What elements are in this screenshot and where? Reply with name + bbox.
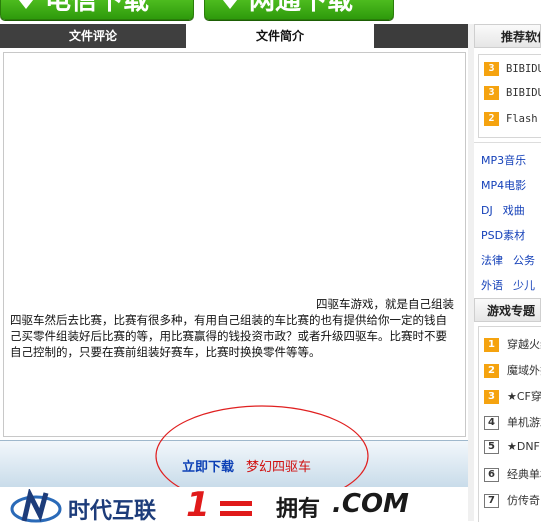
category-link[interactable]: 少儿 bbox=[513, 279, 535, 292]
rank-badge: 7 bbox=[484, 494, 499, 508]
category-link[interactable]: MP4电影 bbox=[481, 179, 526, 192]
category-row: PSD素材 bbox=[481, 227, 541, 243]
rank-badge: 3 bbox=[484, 62, 499, 76]
game-item-name: 单机游戏 bbox=[507, 416, 541, 429]
banner-slogan: 拥有 bbox=[276, 497, 321, 522]
recommend-item-name: BIBIDU bbox=[506, 63, 541, 75]
ad-banner[interactable]: 时代互联 1 拥有 .COM bbox=[0, 485, 468, 525]
game-item-name: 仿传奇 bbox=[507, 494, 540, 507]
column-divider bbox=[468, 24, 474, 521]
brand-logo-icon bbox=[10, 489, 62, 523]
rank-badge: 3 bbox=[484, 390, 499, 404]
rank-badge: 2 bbox=[484, 112, 499, 126]
download-strip: 立即下载 梦幻四驱车 bbox=[0, 405, 468, 507]
category-link[interactable]: PSD素材 bbox=[481, 229, 525, 242]
category-link[interactable]: MP3音乐 bbox=[481, 154, 526, 167]
rank-badge: 3 bbox=[484, 86, 499, 100]
tab-bar: 文件评论 文件简介 bbox=[0, 24, 468, 48]
right-sidebar: 推荐软件 3BIBIDU 3BIBIDU 2Flash MP3音乐 MP4电影 … bbox=[474, 24, 541, 522]
file-description: 四驱车游戏，就是自己组装四驱车然后去比赛，比赛有很多种，有用自己组装的车比赛的也… bbox=[10, 297, 454, 359]
game-item-name: 经典单机 bbox=[507, 468, 541, 481]
netcom-download-button[interactable]: 网通下载 bbox=[204, 0, 394, 20]
down-arrow-icon bbox=[219, 0, 241, 9]
category-row: MP3音乐 bbox=[481, 152, 541, 168]
category-link[interactable]: 法律 bbox=[481, 254, 503, 267]
game-item[interactable]: 6 经典单机 bbox=[484, 466, 541, 482]
category-link[interactable]: 外语 bbox=[481, 279, 503, 292]
game-item-name: 魔域外挂 bbox=[507, 364, 541, 377]
game-item[interactable]: 4 单机游戏 bbox=[484, 414, 541, 430]
game-item[interactable]: 5 ★DNF bbox=[484, 440, 541, 454]
rank-badge: 2 bbox=[484, 364, 499, 378]
netcom-download-label: 网通下载 bbox=[249, 0, 354, 16]
game-item-name: 穿越火线 bbox=[507, 338, 541, 351]
game-item-name: ★CF穿越 bbox=[507, 390, 541, 403]
rank-badge: 4 bbox=[484, 416, 499, 430]
recommend-item-name: Flash bbox=[506, 113, 538, 125]
banner-dash bbox=[220, 511, 252, 516]
category-row: 外语 少儿 bbox=[481, 277, 541, 293]
category-link[interactable]: 公务 bbox=[513, 254, 535, 267]
banner-number: 1 bbox=[186, 485, 210, 525]
game-item[interactable]: 3 ★CF穿越 bbox=[484, 388, 541, 404]
category-link[interactable]: DJ bbox=[481, 204, 493, 217]
recommend-item-name: BIBIDU bbox=[506, 87, 541, 99]
telecom-download-button[interactable]: 电信下载 bbox=[0, 0, 194, 20]
telecom-download-label: 电信下载 bbox=[45, 0, 150, 16]
recommend-item[interactable]: 3 BIBIDU bbox=[484, 62, 541, 82]
rank-badge: 5 bbox=[484, 440, 499, 454]
tab-file-intro[interactable]: 文件简介 bbox=[186, 24, 374, 48]
recommend-header: 推荐软件 bbox=[474, 24, 541, 48]
banner-brand: 时代互联 bbox=[68, 499, 157, 524]
category-row: MP4电影 bbox=[481, 177, 541, 193]
recommend-item[interactable]: 3 BIBIDU bbox=[484, 86, 541, 106]
banner-dash bbox=[220, 501, 252, 506]
rank-badge: 1 bbox=[484, 338, 499, 352]
recommend-item[interactable]: 2 Flash bbox=[484, 112, 541, 132]
category-link[interactable]: 戏曲 bbox=[503, 204, 525, 217]
game-item[interactable]: 2 魔域外挂 bbox=[484, 362, 541, 378]
category-row: DJ 戏曲 bbox=[481, 202, 541, 218]
game-item[interactable]: 7 仿传奇 bbox=[484, 492, 541, 508]
banner-domain: .COM bbox=[332, 489, 409, 519]
description-panel: 四驱车游戏，就是自己组装四驱车然后去比赛，比赛有很多种，有用自己组装的车比赛的也… bbox=[3, 52, 466, 437]
rank-badge: 6 bbox=[484, 468, 499, 482]
tab-file-comments[interactable]: 文件评论 bbox=[0, 24, 186, 48]
down-arrow-icon bbox=[15, 0, 37, 9]
games-header: 游戏专题 bbox=[474, 298, 541, 322]
game-item-name: ★DNF bbox=[507, 440, 540, 453]
category-row: 法律 公务 bbox=[481, 252, 541, 268]
game-item[interactable]: 1 穿越火线 bbox=[484, 336, 541, 352]
